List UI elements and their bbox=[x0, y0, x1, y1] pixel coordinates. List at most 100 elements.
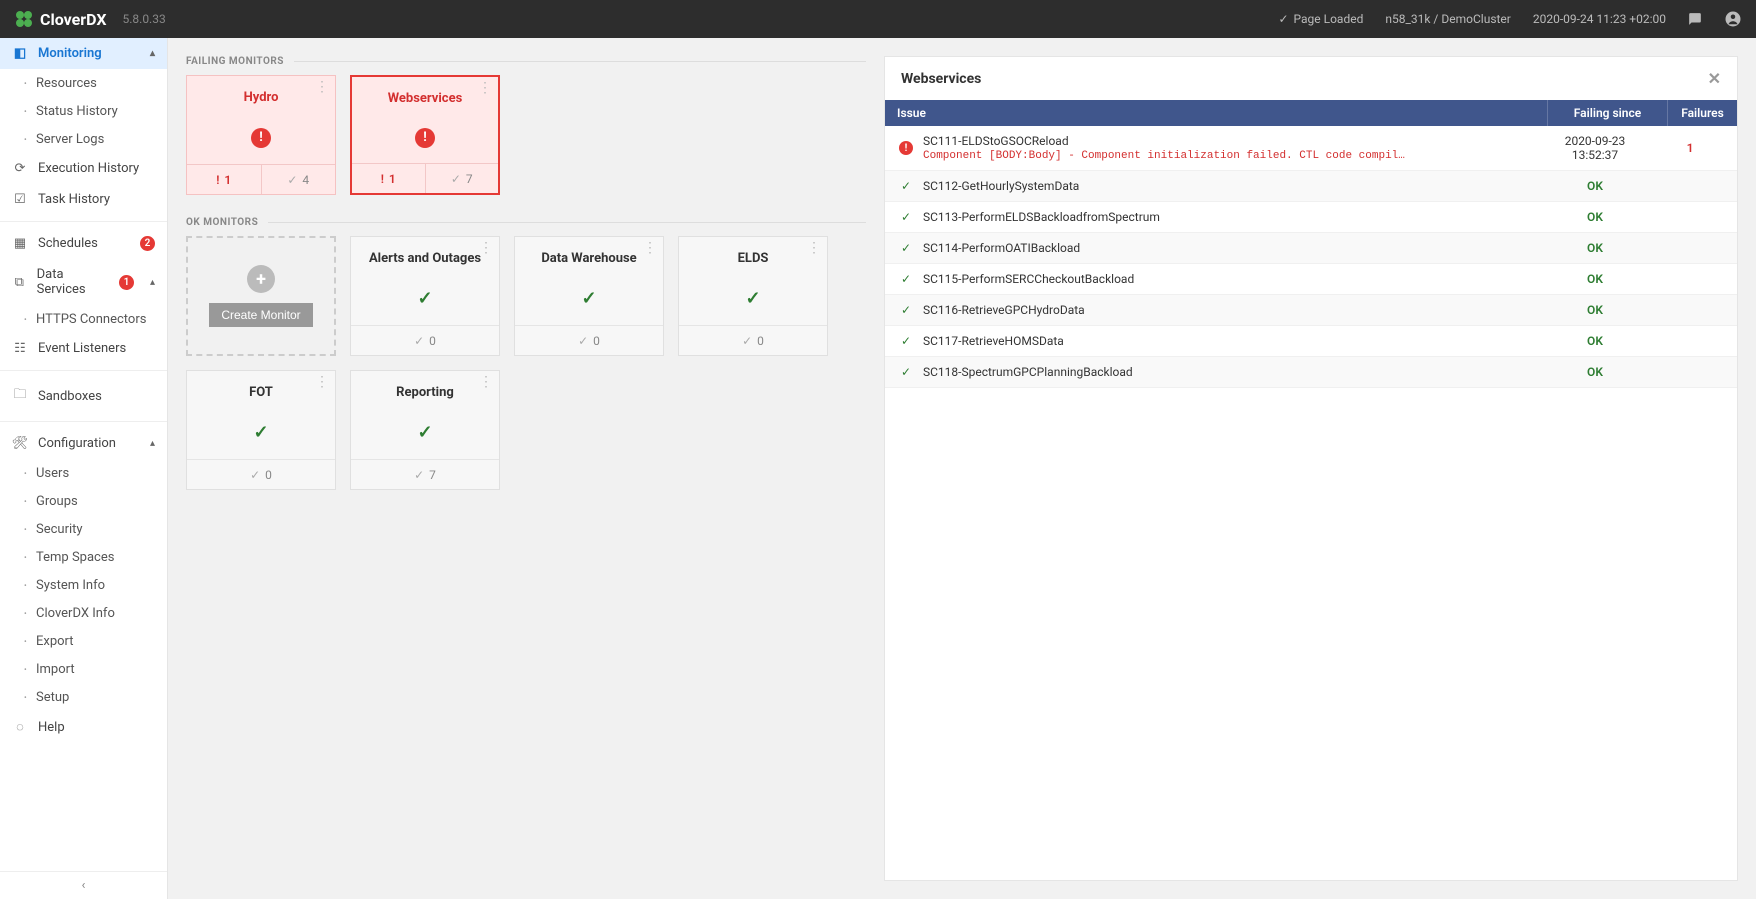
col-issue: Issue bbox=[885, 100, 1547, 126]
kebab-icon[interactable]: ⋮ bbox=[315, 82, 329, 92]
sidebar-sub-temp-spaces[interactable]: Temp Spaces bbox=[0, 543, 167, 571]
create-monitor-card[interactable]: + Create Monitor bbox=[186, 236, 336, 356]
sidebar-item-help[interactable]: ◌ Help bbox=[0, 711, 167, 743]
status-cell: OK bbox=[1535, 241, 1655, 255]
sidebar-sub-setup[interactable]: Setup bbox=[0, 683, 167, 711]
card-footer: ✓0 bbox=[679, 325, 827, 355]
sidebar-item-execution-history[interactable]: ⟳ Execution History bbox=[0, 153, 167, 184]
kebab-icon[interactable]: ⋮ bbox=[479, 243, 493, 253]
sidebar-item-task-history[interactable]: ☑ Task History bbox=[0, 184, 167, 215]
create-monitor-button[interactable]: Create Monitor bbox=[209, 303, 312, 327]
page-loaded-indicator: ✓ Page Loaded bbox=[1278, 12, 1363, 26]
issue-cell: SC116-RetrieveGPCHydroData bbox=[915, 303, 1535, 317]
sidebar-item-label: Data Services bbox=[37, 267, 109, 297]
calendar-icon: ▦ bbox=[12, 236, 28, 251]
status-cell: OK bbox=[1535, 334, 1655, 348]
card-status: ✓ bbox=[351, 406, 499, 459]
sidebar-item-label: Schedules bbox=[38, 236, 98, 251]
detail-row[interactable]: ✓ SC116-RetrieveGPCHydroData OK bbox=[885, 295, 1737, 326]
sidebar-item-label: Event Listeners bbox=[38, 341, 126, 356]
sidebar-item-label: Monitoring bbox=[38, 46, 102, 61]
monitor-card-failing[interactable]: ⋮ Webservices ! !1 ✓7 bbox=[350, 75, 500, 195]
kebab-icon[interactable]: ⋮ bbox=[807, 243, 821, 253]
sidebar-sub-server-logs[interactable]: Server Logs bbox=[0, 125, 167, 153]
monitors-panel: FAILING MONITORS ⋮ Hydro ! !1 ✓4 ⋮ Webse… bbox=[186, 56, 866, 881]
check-icon: ✓ bbox=[745, 288, 760, 309]
card-status: ! bbox=[187, 111, 335, 164]
divider bbox=[0, 221, 167, 222]
sidebar-sub-https-connectors[interactable]: HTTPS Connectors bbox=[0, 305, 167, 333]
clover-icon bbox=[14, 9, 34, 29]
check-icon: ✓ bbox=[897, 303, 915, 317]
issue-name: SC112-GetHourlySystemData bbox=[923, 179, 1527, 193]
card-status: ✓ bbox=[351, 272, 499, 325]
sidebar-sub-security[interactable]: Security bbox=[0, 515, 167, 543]
error-icon: ! bbox=[251, 128, 271, 148]
logo[interactable]: CloverDX 5.8.0.33 bbox=[14, 9, 166, 29]
issue-name: SC115-PerformSERCCheckoutBackload bbox=[923, 272, 1527, 286]
status-cell: OK bbox=[1535, 179, 1655, 193]
sidebar-sub-groups[interactable]: Groups bbox=[0, 487, 167, 515]
ok-count: ✓0 bbox=[351, 326, 499, 355]
sidebar: ◧ Monitoring Resources Status History Se… bbox=[0, 38, 168, 899]
sidebar-item-sandboxes[interactable]: 🗀 Sandboxes bbox=[0, 377, 167, 415]
sidebar-item-data-services[interactable]: ⧉ Data Services 1 bbox=[0, 259, 167, 305]
monitor-card-ok[interactable]: ⋮ ELDS ✓ ✓0 bbox=[678, 236, 828, 356]
ok-count: ✓7 bbox=[426, 164, 499, 193]
issue-name: SC111-ELDStoGSOCReload bbox=[923, 134, 1527, 148]
issue-message: Component [BODY:Body] - Component initia… bbox=[923, 150, 1527, 162]
chevron-up-icon bbox=[150, 277, 155, 288]
card-title: Data Warehouse bbox=[515, 237, 663, 272]
ok-count: ✓0 bbox=[679, 326, 827, 355]
sidebar-item-label: Configuration bbox=[38, 436, 116, 451]
detail-row[interactable]: ✓ SC117-RetrieveHOMSData OK bbox=[885, 326, 1737, 357]
sidebar-sub-users[interactable]: Users bbox=[0, 459, 167, 487]
check-icon: ✓ bbox=[897, 334, 915, 348]
detail-rows: ! SC111-ELDStoGSOCReload Component [BODY… bbox=[885, 126, 1737, 388]
sidebar-collapse[interactable]: ‹ bbox=[0, 871, 167, 899]
kebab-icon[interactable]: ⋮ bbox=[643, 243, 657, 253]
sidebar-sub-import[interactable]: Import bbox=[0, 655, 167, 683]
monitor-card-ok[interactable]: ⋮ FOT ✓ ✓0 bbox=[186, 370, 336, 490]
sidebar-sub-system-info[interactable]: System Info bbox=[0, 571, 167, 599]
detail-row[interactable]: ✓ SC115-PerformSERCCheckoutBackload OK bbox=[885, 264, 1737, 295]
detail-title: Webservices bbox=[901, 71, 981, 87]
failures-cell: 1 bbox=[1655, 141, 1725, 155]
issue-cell: SC117-RetrieveHOMSData bbox=[915, 334, 1535, 348]
kebab-icon[interactable]: ⋮ bbox=[479, 377, 493, 387]
kebab-icon[interactable]: ⋮ bbox=[478, 83, 492, 93]
sidebar-sub-resources[interactable]: Resources bbox=[0, 69, 167, 97]
check-icon: ✓ bbox=[897, 272, 915, 286]
kebab-icon[interactable]: ⋮ bbox=[315, 377, 329, 387]
failing-section-title: FAILING MONITORS bbox=[186, 56, 866, 67]
chat-icon[interactable] bbox=[1688, 12, 1702, 26]
monitor-card-ok[interactable]: ⋮ Alerts and Outages ✓ ✓0 bbox=[350, 236, 500, 356]
monitor-card-failing[interactable]: ⋮ Hydro ! !1 ✓4 bbox=[186, 75, 336, 195]
user-icon[interactable] bbox=[1724, 10, 1742, 28]
card-footer: !1 ✓4 bbox=[187, 164, 335, 194]
check-icon: ✓ bbox=[897, 179, 915, 193]
monitor-card-ok[interactable]: ⋮ Data Warehouse ✓ ✓0 bbox=[514, 236, 664, 356]
ok-section-title: OK MONITORS bbox=[186, 217, 866, 228]
sidebar-item-configuration[interactable]: 🛠 Configuration bbox=[0, 428, 167, 459]
detail-row[interactable]: ✓ SC113-PerformELDSBackloadfromSpectrum … bbox=[885, 202, 1737, 233]
detail-row[interactable]: ! SC111-ELDStoGSOCReload Component [BODY… bbox=[885, 126, 1737, 171]
close-icon[interactable]: ✕ bbox=[1708, 69, 1721, 88]
detail-row[interactable]: ✓ SC112-GetHourlySystemData OK bbox=[885, 171, 1737, 202]
detail-row[interactable]: ✓ SC118-SpectrumGPCPlanningBackload OK bbox=[885, 357, 1737, 388]
sidebar-item-event-listeners[interactable]: ☷ Event Listeners bbox=[0, 333, 167, 364]
card-title: Webservices bbox=[352, 77, 498, 112]
issue-name: SC114-PerformOATIBackload bbox=[923, 241, 1527, 255]
sidebar-item-label: Help bbox=[38, 720, 65, 735]
sidebar-sub-status-history[interactable]: Status History bbox=[0, 97, 167, 125]
sidebar-item-schedules[interactable]: ▦ Schedules 2 bbox=[0, 228, 167, 259]
card-title: Hydro bbox=[187, 76, 335, 111]
chevron-up-icon bbox=[150, 48, 155, 59]
monitor-card-ok[interactable]: ⋮ Reporting ✓ ✓7 bbox=[350, 370, 500, 490]
detail-row[interactable]: ✓ SC114-PerformOATIBackload OK bbox=[885, 233, 1737, 264]
cluster-label[interactable]: n58_31k / DemoCluster bbox=[1385, 12, 1511, 26]
sidebar-item-monitoring[interactable]: ◧ Monitoring bbox=[0, 38, 167, 69]
sidebar-sub-cloverdx-info[interactable]: CloverDX Info bbox=[0, 599, 167, 627]
sidebar-sub-export[interactable]: Export bbox=[0, 627, 167, 655]
help-icon: ◌ bbox=[12, 719, 28, 735]
